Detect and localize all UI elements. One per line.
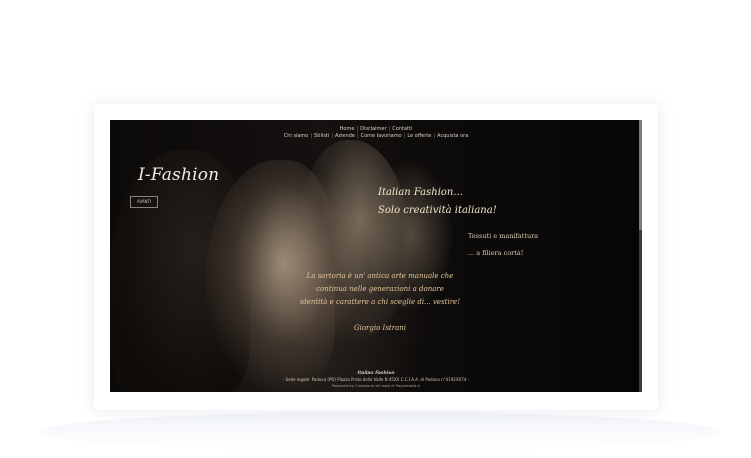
- hero-subline-1: Tessuti e manifattura: [468, 232, 539, 240]
- quote-text: La sartoria è un' antica arte manuale ch…: [280, 270, 480, 309]
- nav-acquista-ora[interactable]: Acquista ora: [437, 133, 468, 139]
- site-logo[interactable]: I-Fashion: [138, 165, 219, 185]
- headline-line-1: Italian Fashion...: [378, 187, 463, 198]
- device-reflection: [40, 412, 720, 452]
- nav-stilisti[interactable]: Stilisti: [314, 133, 329, 139]
- footer-address: - Sede legale: Padova (PD) Piazza Prato …: [282, 377, 470, 382]
- nav-disclaimer[interactable]: Disclaimer: [360, 126, 386, 132]
- top-nav: Home | Disclaimer | Contatti: [339, 126, 413, 132]
- quote-line-3: identità e carattere a chi sceglie di...…: [299, 298, 461, 306]
- nav-chi-siamo[interactable]: Chi siamo: [284, 133, 309, 139]
- footer-title: Italian Fashion: [357, 371, 395, 376]
- headline-line-2: Solo creatività italiana!: [378, 205, 497, 216]
- nav-le-offerte[interactable]: Le offerte: [407, 133, 431, 139]
- website-screen: Home | Disclaimer | Contatti Chi siamo | Stili…: [110, 120, 642, 392]
- quote-author: Giorgio Istrani: [354, 324, 406, 332]
- scrollbar-thumb[interactable]: [639, 120, 642, 230]
- hero-subline-2: ... a filiera corta!: [468, 249, 524, 257]
- nav-contatti[interactable]: Contatti: [392, 126, 412, 132]
- avanti-button[interactable]: AVANTI: [130, 196, 158, 208]
- nav-home[interactable]: Home: [340, 126, 355, 132]
- nav-come-lavoriamo[interactable]: Come lavoriamo: [361, 133, 402, 139]
- hero-headline: Italian Fashion... Solo creatività itali…: [378, 184, 497, 220]
- main-nav: Chi siamo | Stilisti | Aziende | Come lavoriam…: [283, 133, 469, 139]
- scrollbar-track[interactable]: [639, 120, 642, 392]
- quote-line-1: La sartoria è un' antica arte manuale ch…: [306, 272, 454, 280]
- quote-line-2: continua nelle generazioni a donare: [316, 285, 444, 293]
- footer-powered-by[interactable]: Powered by Creazione siti web di Paginew…: [110, 383, 642, 388]
- nav-aziende[interactable]: Aziende: [335, 133, 355, 139]
